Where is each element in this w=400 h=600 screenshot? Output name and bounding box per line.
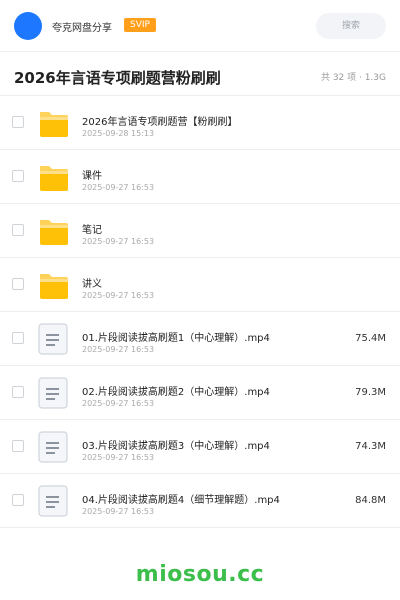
row-checkbox[interactable] [12, 170, 24, 182]
item-date: 2025-09-27 16:53 [82, 345, 155, 354]
item-date: 2025-09-27 16:53 [82, 237, 155, 246]
item-date: 2025-09-27 16:53 [82, 507, 155, 516]
folder-icon [38, 161, 68, 193]
row-checkbox[interactable] [12, 116, 24, 128]
item-size: 75.4M [355, 333, 386, 344]
folder-summary: 共 32 项 · 1.3G [320, 73, 386, 83]
list-item[interactable]: 讲义 2025-09-27 16:53 [0, 258, 400, 312]
list-item[interactable]: 2026年言语专项刷题营【粉刷刷】 2025-09-28 15:13 [0, 96, 400, 150]
row-checkbox[interactable] [12, 494, 24, 506]
svip-badge: SVIP [124, 18, 156, 32]
item-size: 84.8M [355, 495, 386, 506]
item-date: 2025-09-27 16:53 [82, 183, 155, 192]
folder-icon [38, 107, 68, 139]
row-checkbox[interactable] [12, 278, 24, 290]
share-header: 夸克网盘分享 SVIP [0, 0, 400, 52]
row-checkbox[interactable] [12, 332, 24, 344]
item-size: 74.3M [355, 441, 386, 452]
item-name: 04.片段阅读拔高刷题4（细节理解题）.mp4 [82, 495, 280, 506]
item-size: 79.3M [355, 387, 386, 398]
item-date: 2025-09-27 16:53 [82, 291, 155, 300]
row-checkbox[interactable] [12, 224, 24, 236]
folder-icon [38, 215, 68, 247]
item-name: 2026年言语专项刷题营【粉刷刷】 [82, 117, 238, 128]
row-checkbox[interactable] [12, 440, 24, 452]
avatar[interactable] [14, 12, 42, 40]
list-item[interactable]: 04.片段阅读拔高刷题4（细节理解题）.mp4 2025-09-27 16:53… [0, 474, 400, 528]
share-title: 夸克网盘分享 [52, 23, 112, 34]
list-item[interactable]: 03.片段阅读拔高刷题3（中心理解）.mp4 2025-09-27 16:53 … [0, 420, 400, 474]
item-name: 课件 [82, 171, 102, 182]
item-name: 笔记 [82, 225, 102, 236]
file-list: 2026年言语专项刷题营【粉刷刷】 2025-09-28 15:13 课件 20… [0, 96, 400, 528]
item-date: 2025-09-27 16:53 [82, 399, 155, 408]
list-item[interactable]: 笔记 2025-09-27 16:53 [0, 204, 400, 258]
item-date: 2025-09-27 16:53 [82, 453, 155, 462]
list-item[interactable]: 课件 2025-09-27 16:53 [0, 150, 400, 204]
list-item[interactable]: 02.片段阅读拔高刷题2（中心理解）.mp4 2025-09-27 16:53 … [0, 366, 400, 420]
item-name: 02.片段阅读拔高刷题2（中心理解）.mp4 [82, 387, 270, 398]
document-icon [38, 377, 68, 409]
brand-watermark: miosou.cc [135, 562, 265, 587]
item-name: 讲义 [82, 279, 102, 290]
document-icon [38, 431, 68, 463]
item-date: 2025-09-28 15:13 [82, 129, 155, 138]
document-icon [38, 323, 68, 355]
document-icon [38, 485, 68, 517]
search-input[interactable] [316, 13, 386, 39]
list-item[interactable]: 01.片段阅读拔高刷题1（中心理解）.mp4 2025-09-27 16:53 … [0, 312, 400, 366]
item-name: 03.片段阅读拔高刷题3（中心理解）.mp4 [82, 441, 270, 452]
item-name: 01.片段阅读拔高刷题1（中心理解）.mp4 [82, 333, 270, 344]
page-title: 2026年言语专项刷题营粉刷刷 [14, 69, 221, 87]
row-checkbox[interactable] [12, 386, 24, 398]
folder-icon [38, 269, 68, 301]
